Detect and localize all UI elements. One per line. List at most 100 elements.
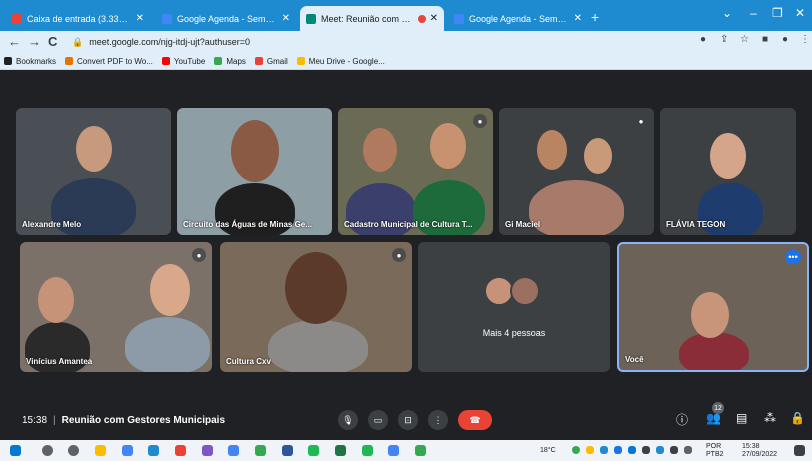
tab-meet[interactable]: Meet: Reunião com Gestore ✕: [300, 6, 444, 31]
chat-icon[interactable]: ▤: [736, 411, 747, 425]
present-button[interactable]: ⊡: [398, 410, 418, 430]
menu-icon[interactable]: ⋮: [800, 34, 810, 45]
participant-name: FLÁVIA TEGON: [666, 220, 726, 229]
tray-icon[interactable]: [642, 446, 650, 454]
share-icon[interactable]: ⇪: [720, 34, 728, 45]
sidebar-icon[interactable]: ■: [762, 34, 768, 45]
participant-name: Você: [625, 355, 644, 364]
participant-tile[interactable]: ● Gi Maciel: [499, 108, 654, 235]
participant-tile[interactable]: ● Cultura Cxv: [220, 242, 412, 372]
back-icon[interactable]: ←: [8, 34, 21, 49]
cortana-icon[interactable]: [68, 445, 79, 456]
close-icon[interactable]: ✕: [136, 13, 144, 24]
tab-gmail[interactable]: Caixa de entrada (3.333) - circuit ✕: [6, 6, 150, 31]
language-indicator[interactable]: POR PTB2: [706, 443, 724, 459]
chrome-icon[interactable]: [388, 445, 399, 456]
more-options-icon[interactable]: •••: [785, 250, 801, 264]
tab-label: Meet: Reunião com Gestore: [321, 13, 414, 24]
self-view-tile[interactable]: ••• Você: [617, 242, 809, 372]
tray-icon[interactable]: [586, 446, 594, 454]
close-icon[interactable]: ✕: [282, 13, 290, 24]
app-icon[interactable]: [175, 445, 186, 456]
bookmark-maps[interactable]: Maps: [214, 57, 246, 66]
file-explorer-icon[interactable]: [95, 445, 106, 456]
close-icon[interactable]: ✕: [430, 13, 438, 24]
mic-button[interactable]: 🎙: [338, 410, 358, 430]
bookmark-youtube[interactable]: YouTube: [161, 56, 206, 66]
people-count-badge: 12: [712, 402, 724, 414]
participant-name: Gi Maciel: [505, 220, 541, 229]
participant-tile[interactable]: Circuito das Águas de Minas Ge...: [177, 108, 332, 235]
maximize-icon[interactable]: ❐: [772, 6, 783, 20]
new-tab-button[interactable]: +: [591, 9, 599, 25]
activities-icon[interactable]: ⁂: [764, 411, 776, 425]
star-icon[interactable]: ☆: [740, 34, 749, 45]
app-icon[interactable]: [362, 445, 373, 456]
network-icon[interactable]: [670, 446, 678, 454]
star-icon: [4, 57, 12, 65]
separator: |: [53, 415, 56, 426]
participant-video: [691, 292, 729, 338]
info-icon[interactable]: ⓘ: [676, 411, 688, 428]
volume-icon[interactable]: [684, 446, 692, 454]
store-icon[interactable]: [148, 445, 159, 456]
tab-search-icon[interactable]: ⌄: [722, 6, 732, 20]
meet-icon: [306, 13, 316, 24]
more-options-button[interactable]: ⋮: [428, 410, 448, 430]
youtube-icon: [161, 57, 170, 65]
excel-icon[interactable]: [335, 445, 346, 456]
drive-icon: [296, 57, 305, 65]
windows-start-icon[interactable]: [10, 445, 21, 456]
close-window-icon[interactable]: ✕: [795, 6, 805, 20]
chrome-icon[interactable]: [415, 445, 426, 456]
tray-icon[interactable]: [656, 446, 664, 454]
weather-text[interactable]: 18°C: [540, 447, 556, 455]
end-call-button[interactable]: ☎: [458, 410, 492, 430]
profile-icon[interactable]: ●: [782, 34, 788, 45]
word-icon[interactable]: [282, 445, 293, 456]
chrome-icon[interactable]: [255, 445, 266, 456]
tray-icon[interactable]: [600, 446, 608, 454]
minimize-icon[interactable]: –: [750, 6, 757, 20]
url-field[interactable]: 🔒 meet.google.com/njg-itdj-ujt?authuser=…: [72, 34, 672, 50]
camera-button[interactable]: ▭: [368, 410, 388, 430]
participant-tile[interactable]: ● Cadastro Municipal de Cultura T...: [338, 108, 493, 235]
participant-tile[interactable]: Alexandre Melo: [16, 108, 171, 235]
host-controls-icon[interactable]: 🔒: [790, 411, 805, 425]
bookmark-label: YouTube: [173, 56, 206, 66]
participant-video: [710, 133, 746, 179]
app-icon[interactable]: [308, 445, 319, 456]
maps-icon: [214, 57, 223, 65]
clock[interactable]: 15:38 27/09/2022: [742, 443, 777, 459]
bookmark-gmail[interactable]: Gmail: [254, 57, 288, 66]
tray-icon[interactable]: [572, 446, 580, 454]
tray-icon[interactable]: [614, 446, 622, 454]
forward-icon[interactable]: →: [28, 34, 41, 49]
close-icon[interactable]: ✕: [574, 13, 582, 24]
participant-video: [430, 123, 466, 169]
notifications-icon[interactable]: [794, 445, 805, 456]
recording-icon: [417, 14, 426, 23]
calendar-icon: [162, 13, 172, 24]
tab-calendar[interactable]: Google Agenda - Semana de 2! ✕: [156, 6, 296, 31]
reload-icon[interactable]: C: [48, 34, 57, 49]
participant-video: [231, 120, 279, 182]
more-people-tile[interactable]: Mais 4 pessoas: [418, 242, 610, 372]
os-taskbar: 18°C POR PTB2 15:38 27/09/2022: [0, 440, 812, 461]
bookmark-drive[interactable]: Meu Drive - Google...: [296, 57, 385, 66]
search-icon[interactable]: [42, 445, 53, 456]
mic-off-icon: ●: [473, 114, 487, 128]
chrome-icon[interactable]: [122, 445, 133, 456]
chrome-icon[interactable]: [228, 445, 239, 456]
bookmark-bookmarks[interactable]: Bookmarks: [4, 57, 56, 66]
tray-icon[interactable]: [628, 446, 636, 454]
bookmark-convert-pdf[interactable]: Convert PDF to Wo...: [65, 57, 153, 66]
participant-tile[interactable]: ● Vinícius Amantea: [20, 242, 212, 372]
app-icon[interactable]: [202, 445, 213, 456]
participant-tile[interactable]: FLÁVIA TEGON: [660, 108, 796, 235]
tab-calendar-2[interactable]: Google Agenda - Semana de 2! ✕: [448, 6, 588, 31]
participant-name: Circuito das Águas de Minas Ge...: [183, 220, 312, 229]
calendar-icon: [454, 13, 464, 24]
camera-indicator-icon[interactable]: ●: [700, 34, 706, 45]
clock-date: 27/09/2022: [742, 451, 778, 458]
